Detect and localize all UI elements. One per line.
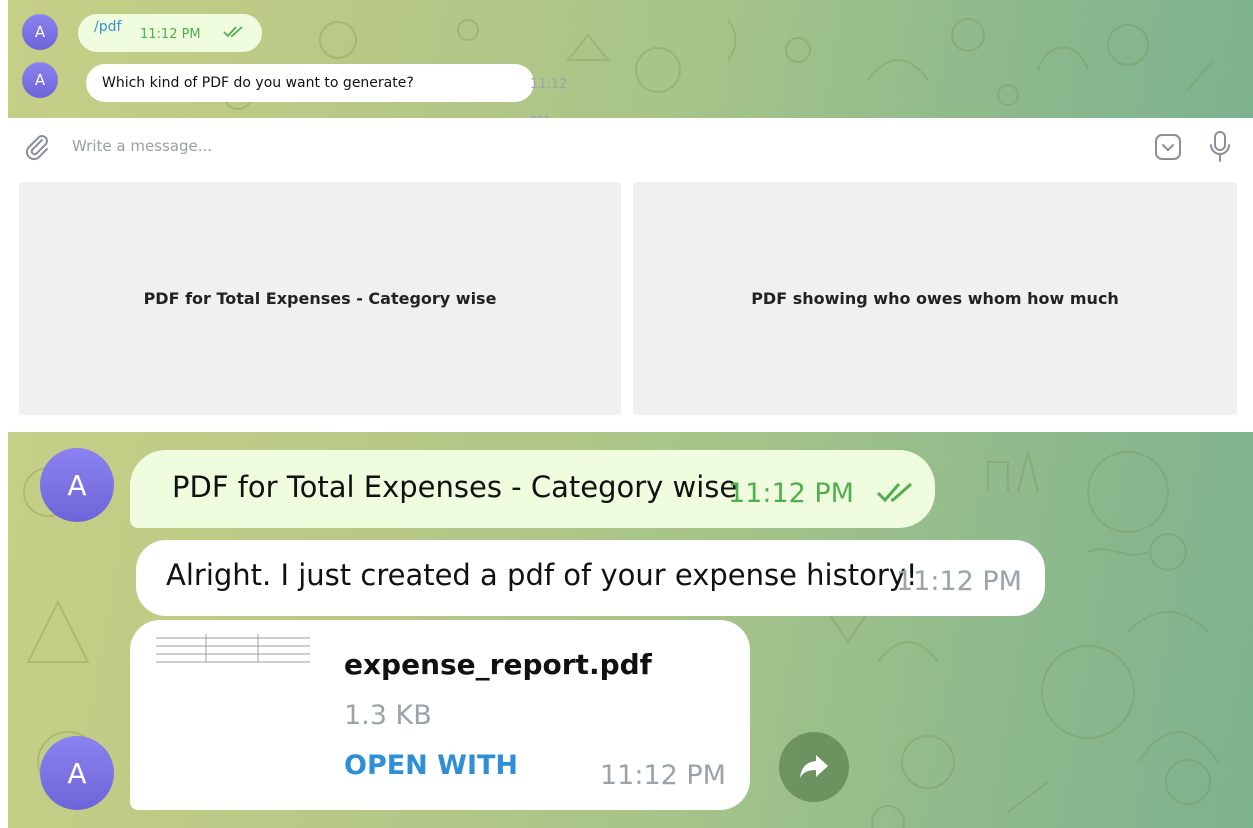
avatar[interactable]: A <box>40 448 114 522</box>
pdf-thumbnail-icon[interactable] <box>156 632 310 666</box>
keyboard-button-label: PDF for Total Expenses - Category wise <box>143 289 497 308</box>
bottom-chat-area: A PDF for Total Expenses - Category wise… <box>8 432 1253 828</box>
double-check-icon <box>876 482 912 503</box>
message-text[interactable]: /pdf <box>94 8 121 46</box>
microphone-icon[interactable] <box>1208 130 1232 164</box>
forward-icon <box>800 755 828 778</box>
avatar-letter: A <box>34 71 46 89</box>
avatar-letter: A <box>67 468 87 502</box>
message-text: PDF for Total Expenses - Category wise <box>172 470 738 504</box>
file-name: expense_report.pdf <box>344 648 652 681</box>
message-time: 11:12 PM <box>600 760 726 791</box>
reply-keyboard: PDF for Total Expenses - Category wise P… <box>8 178 1253 420</box>
keyboard-button-owes-pdf[interactable]: PDF showing who owes whom how much <box>633 182 1237 415</box>
avatar[interactable]: A <box>22 62 58 98</box>
message-composer: Write a message... <box>8 118 1253 178</box>
avatar-letter: A <box>34 23 46 41</box>
message-outgoing-command: /pdf 11:12 PM <box>78 14 262 52</box>
message-input[interactable]: Write a message... <box>72 137 212 155</box>
keyboard-toggle-icon[interactable] <box>1154 133 1182 161</box>
message-time: 11:12 PM <box>530 77 568 118</box>
forward-button[interactable] <box>779 732 849 802</box>
keyboard-button-category-pdf[interactable]: PDF for Total Expenses - Category wise <box>19 182 621 415</box>
avatar-letter: A <box>67 756 87 790</box>
message-text: Alright. I just created a pdf of your ex… <box>166 558 918 592</box>
keyboard-button-label: PDF showing who owes whom how much <box>751 289 1119 308</box>
top-chat-area: A /pdf 11:12 PM A Which kind of PDF do y… <box>8 0 1253 118</box>
message-time: 11:12 PM <box>728 478 854 509</box>
message-incoming: Which kind of PDF do you want to generat… <box>86 64 567 118</box>
double-check-icon <box>223 26 243 38</box>
file-size: 1.3 KB <box>344 700 432 731</box>
message-outgoing: PDF for Total Expenses - Category wise 1… <box>130 450 935 528</box>
message-incoming: Alright. I just created a pdf of your ex… <box>136 540 1045 616</box>
open-with-link[interactable]: OPEN WITH <box>344 750 518 781</box>
avatar[interactable]: A <box>40 736 114 810</box>
message-text: Which kind of PDF do you want to generat… <box>102 75 414 91</box>
file-message[interactable]: expense_report.pdf 1.3 KB OPEN WITH 11:1… <box>130 620 750 810</box>
message-time: 11:12 PM <box>140 27 201 42</box>
attach-icon[interactable] <box>22 132 52 162</box>
message-time: 11:12 PM <box>896 566 1022 597</box>
avatar[interactable]: A <box>22 14 58 50</box>
